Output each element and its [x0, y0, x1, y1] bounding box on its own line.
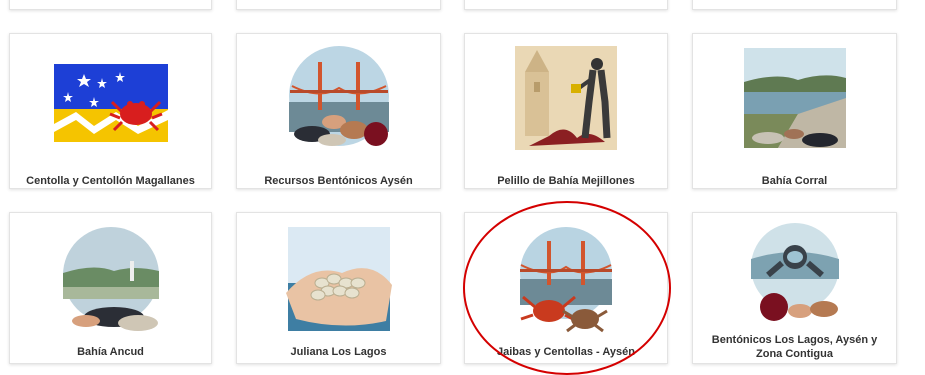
card-partial-4[interactable] — [692, 0, 897, 10]
card-label: Jaibas y Centollas - Aysén — [497, 346, 635, 358]
hands-clams-image — [282, 223, 396, 337]
card-bahia-corral[interactable]: Bahía Corral — [692, 33, 897, 189]
diver-urchin-image — [738, 219, 852, 333]
magallanes-flag-crab-image — [53, 42, 168, 156]
card-label: Juliana Los Lagos — [290, 346, 387, 358]
card-label: Recursos Bentónicos Aysén — [264, 175, 413, 187]
bay-mussels-image — [738, 42, 852, 156]
card-partial-2[interactable] — [236, 0, 441, 10]
card-label: Bahía Ancud — [77, 346, 144, 358]
bridge-shellfish-image — [282, 42, 396, 156]
bridge-crabs-image — [509, 223, 623, 337]
card-centolla-magallanes[interactable]: Centolla y Centollón Magallanes — [9, 33, 212, 189]
card-bahia-ancud[interactable]: Bahía Ancud — [9, 212, 212, 364]
card-jaibas-centollas-aysen[interactable]: Jaibas y Centollas - Aysén — [464, 212, 668, 364]
card-recursos-bentonicos-aysen[interactable]: Recursos Bentónicos Aysén — [236, 33, 441, 189]
card-pelillo-bahia-mejillones[interactable]: Pelillo de Bahía Mejillones — [464, 33, 668, 189]
card-label: Bentónicos Los Lagos, Aysén y Zona Conti… — [711, 334, 878, 360]
card-bentonicos-los-lagos-aysen[interactable]: Bentónicos Los Lagos, Aysén y Zona Conti… — [692, 212, 897, 364]
card-juliana-los-lagos[interactable]: Juliana Los Lagos — [236, 212, 441, 364]
card-partial-3[interactable] — [464, 0, 668, 10]
card-partial-1[interactable] — [9, 0, 212, 10]
card-label: Bahía Corral — [761, 175, 828, 187]
card-label: Pelillo de Bahía Mejillones — [497, 175, 635, 187]
card-label: Centolla y Centollón Magallanes — [26, 175, 195, 187]
church-fisherman-seaweed-image — [509, 42, 623, 156]
coast-shellfish-image — [54, 223, 168, 337]
